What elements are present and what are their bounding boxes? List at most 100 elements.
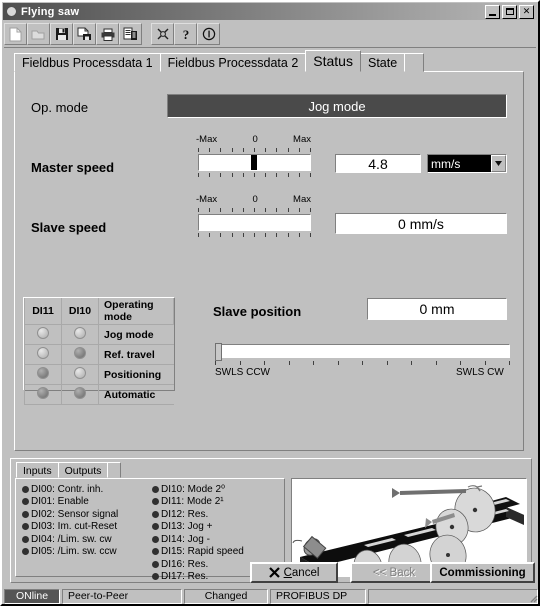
tab-strip-filler (404, 53, 425, 72)
master-speed-slider[interactable] (198, 154, 311, 171)
io-label: DI13: Jog + (161, 521, 213, 533)
status-dot-icon (152, 548, 159, 556)
status-dot-icon (22, 535, 29, 543)
column-header-operating-mode: Operating mode (98, 298, 174, 325)
cancel-button[interactable]: Cancel (250, 562, 338, 583)
status-dot-icon (152, 535, 159, 543)
tab-fieldbus-processdata-2[interactable]: Fieldbus Processdata 2 (159, 53, 307, 72)
io-label: DI01: Enable (31, 496, 89, 508)
chevron-down-icon[interactable] (491, 155, 506, 172)
close-icon (268, 567, 280, 578)
table-row: Positioning (24, 364, 174, 385)
maximize-button[interactable] (502, 4, 517, 19)
save-icon[interactable] (50, 23, 73, 45)
io-tab-outputs[interactable]: Outputs (57, 462, 109, 478)
slave-position-label: Slave position (213, 304, 302, 319)
svg-text:?: ? (182, 27, 189, 41)
list-item: DI03: Im. cut-Reset (22, 521, 118, 534)
io-label: DI03: Im. cut-Reset (31, 521, 118, 533)
io-label: DI11: Mode 2¹ (161, 496, 224, 508)
di11-indicator-cell (24, 344, 62, 365)
application-window: Flying saw ✕ ? Fieldbus Processdata 1 Fi… (0, 0, 540, 606)
status-dot-icon (152, 498, 159, 506)
status-dot-icon (22, 510, 29, 518)
status-dot-icon (152, 523, 159, 531)
di10-indicator-cell (61, 384, 99, 405)
slave-speed-label: Slave speed (31, 220, 107, 235)
io-left-column: DI00: Contr. inh. DI01: Enable DI02: Sen… (22, 483, 118, 558)
io-tab-inputs[interactable]: Inputs (16, 462, 59, 478)
slave-scale-labels: -Max 0 Max (196, 194, 311, 205)
led-di10-row4 (74, 387, 86, 399)
status-bar: ONline Peer-to-Peer Changed PROFIBUS DP (4, 588, 540, 604)
resize-grip-icon[interactable] (526, 591, 538, 603)
print-preview-icon[interactable] (119, 23, 142, 45)
slave-scale-max: Max (293, 194, 311, 205)
info-icon[interactable] (197, 23, 220, 45)
io-label: DI04: /Lim. sw. cw (31, 533, 112, 545)
master-speed-slider-thumb[interactable] (251, 155, 257, 170)
table-header-row: DI11 DI10 Operating mode (24, 298, 174, 325)
list-item: DI02: Sensor signal (22, 508, 118, 521)
led-di10-row3 (74, 367, 86, 379)
tool-icon[interactable] (151, 23, 174, 45)
io-label: DI10: Mode 2⁰ (161, 483, 226, 495)
master-ticks-top (198, 148, 311, 152)
status-dot-icon (22, 548, 29, 556)
master-ticks-bottom (198, 173, 311, 177)
status-dot-icon (22, 485, 29, 493)
op-mode-value: Jog mode (167, 94, 507, 118)
master-speed-unit-combobox[interactable]: mm/s (427, 154, 507, 173)
slave-speed-slider[interactable] (198, 214, 311, 231)
print-icon[interactable] (96, 23, 119, 45)
commissioning-button-label: Commissioning (439, 566, 526, 579)
io-tab-filler (107, 462, 122, 478)
list-item: DI15: Rapid speed (152, 546, 244, 559)
io-label: DI15: Rapid speed (161, 546, 244, 558)
operating-mode-name: Jog mode (98, 324, 174, 345)
help-icon[interactable]: ? (174, 23, 197, 45)
table-row: Jog mode (24, 324, 174, 345)
list-item: DI00: Contr. inh. (22, 483, 118, 496)
master-scale-labels: -Max 0 Max (196, 134, 311, 145)
list-item: DI11: Mode 2¹ (152, 496, 244, 509)
tab-state[interactable]: State (359, 53, 406, 72)
slave-position-left-limit: SWLS CCW (215, 367, 270, 378)
di11-indicator-cell (24, 364, 62, 385)
operating-mode-name: Automatic (98, 384, 174, 405)
di10-indicator-cell (61, 364, 99, 385)
master-speed-value[interactable]: 4.8 (335, 154, 421, 173)
io-label: DI00: Contr. inh. (31, 483, 104, 495)
status-dot-icon (22, 498, 29, 506)
tab-fieldbus-processdata-1[interactable]: Fieldbus Processdata 1 (14, 53, 161, 72)
tab-status[interactable]: Status (305, 50, 361, 72)
io-tab-strip: Inputs Outputs (16, 462, 122, 478)
open-file-icon[interactable] (27, 23, 50, 45)
slave-ticks-top (198, 208, 311, 212)
status-dot-icon (152, 510, 159, 518)
di11-indicator-cell (24, 324, 62, 345)
slave-position-bar[interactable] (215, 343, 510, 361)
master-scale-mid: 0 (252, 134, 258, 145)
commissioning-button[interactable]: Commissioning (430, 562, 535, 583)
list-item: DI10: Mode 2⁰ (152, 483, 244, 496)
table-row: Automatic (24, 384, 174, 405)
list-item: DI13: Jog + (152, 521, 244, 534)
slave-position-right-limit: SWLS CW (456, 367, 504, 378)
toolbar: ? (4, 21, 536, 48)
window-menu-icon[interactable] (6, 6, 17, 17)
new-file-icon[interactable] (4, 23, 27, 45)
status-panel: Op. mode Jog mode Master speed -Max 0 Ma… (14, 71, 524, 451)
save-as-icon[interactable] (73, 23, 96, 45)
back-button: << Back (350, 562, 438, 583)
di11-indicator-cell (24, 384, 62, 405)
slave-position-marker (215, 343, 222, 361)
di10-indicator-cell (61, 324, 99, 345)
close-button[interactable]: ✕ (519, 4, 534, 19)
title-bar: Flying saw ✕ (3, 3, 537, 20)
list-item: DI14: Jog - (152, 533, 244, 546)
led-di11-row1 (37, 327, 49, 339)
status-connection: ONline (4, 588, 60, 604)
minimize-button[interactable] (485, 4, 500, 19)
list-item: DI05: /Lim. sw. ccw (22, 546, 118, 559)
